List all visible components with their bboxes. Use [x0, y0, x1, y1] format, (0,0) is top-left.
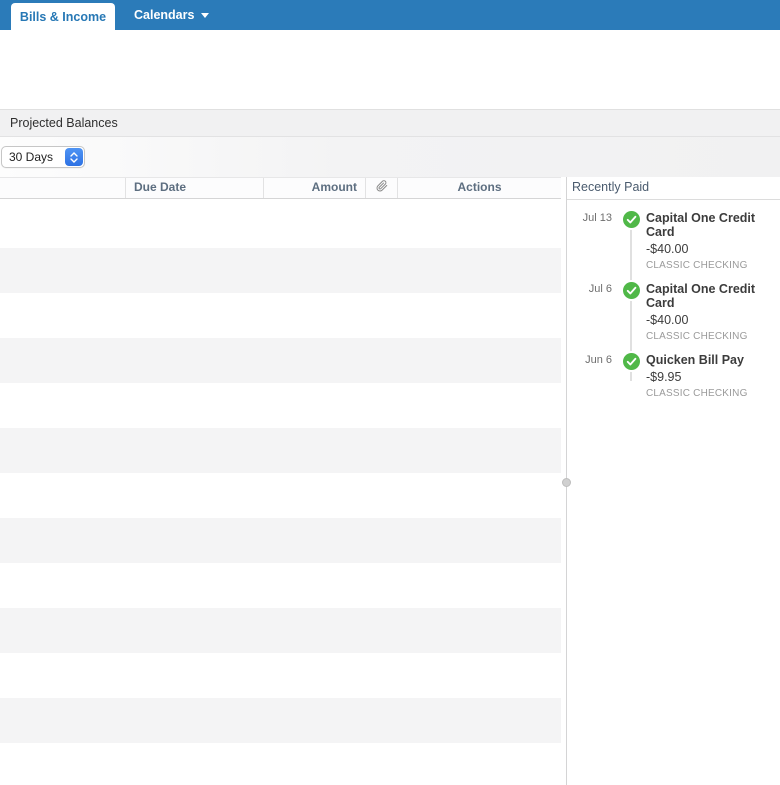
column-header-due-date[interactable]: Due Date	[125, 178, 263, 198]
top-tab-bar: Bills & Income Calendars	[0, 0, 780, 30]
empty-bill-row	[0, 698, 561, 743]
column-header-attachment[interactable]	[365, 178, 397, 198]
paid-account: CLASSIC CHECKING	[646, 331, 748, 342]
empty-bill-row	[0, 199, 561, 248]
payee-name: Capital One Credit Card	[646, 211, 756, 239]
column-header-name	[0, 178, 125, 198]
paid-account: CLASSIC CHECKING	[646, 260, 748, 271]
paid-details: Capital One Credit Card -$40.00 CLASSIC …	[646, 282, 780, 342]
timeframe-select-value: 30 Days	[9, 150, 54, 164]
empty-bill-row	[0, 653, 561, 698]
paid-check-icon	[623, 282, 640, 299]
payee-name: Quicken Bill Pay	[646, 353, 744, 367]
divider-handle-icon[interactable]	[562, 478, 571, 487]
tab-calendars-label: Calendars	[134, 8, 195, 22]
paid-details: Quicken Bill Pay -$9.95 CLASSIC CHECKING	[646, 353, 748, 399]
tab-bills-income[interactable]: Bills & Income	[11, 3, 115, 30]
projected-balances-title: Projected Balances	[10, 116, 118, 130]
paid-date: Jun 6	[585, 354, 612, 366]
recently-paid-panel: Recently Paid Jul 13 Capital One Credit …	[567, 177, 780, 785]
filter-row: 30 Days	[0, 137, 780, 177]
empty-bill-row	[0, 428, 561, 473]
bills-table-header: Due Date Amount Actions	[0, 177, 561, 199]
main-content: Due Date Amount Actions Recently Paid Ju…	[0, 177, 780, 785]
empty-bill-row	[0, 338, 561, 383]
paid-date: Jul 13	[582, 212, 612, 224]
paid-details: Capital One Credit Card -$40.00 CLASSIC …	[646, 211, 780, 271]
tab-calendars[interactable]: Calendars	[120, 0, 223, 30]
payee-name: Capital One Credit Card	[646, 282, 756, 310]
timeframe-select[interactable]: 30 Days	[1, 146, 85, 168]
empty-bill-row	[0, 563, 561, 608]
paid-date: Jul 6	[588, 283, 612, 295]
chevron-down-icon	[201, 13, 210, 18]
empty-bill-row	[0, 608, 561, 653]
empty-bill-row	[0, 743, 561, 785]
empty-bill-row	[0, 518, 561, 563]
tab-bills-income-label: Bills & Income	[19, 9, 107, 24]
bills-table: Due Date Amount Actions	[0, 177, 561, 785]
select-stepper-icon	[65, 148, 83, 166]
empty-bill-row	[0, 383, 561, 428]
bills-table-body	[0, 199, 561, 785]
empty-bill-row	[0, 293, 561, 338]
recently-paid-item[interactable]: Jul 13 Capital One Credit Card -$40.00 C…	[567, 211, 780, 271]
paid-amount: -$40.00	[646, 313, 689, 327]
paid-amount: -$40.00	[646, 242, 689, 256]
empty-bill-row	[0, 248, 561, 293]
recently-paid-list: Jul 13 Capital One Credit Card -$40.00 C…	[567, 211, 780, 399]
paperclip-icon	[376, 179, 388, 198]
paid-account: CLASSIC CHECKING	[646, 388, 748, 399]
recently-paid-title: Recently Paid	[567, 177, 780, 200]
paid-amount: -$9.95	[646, 370, 682, 384]
paid-check-icon	[623, 211, 640, 228]
column-header-actions: Actions	[397, 178, 561, 198]
paid-check-icon	[623, 353, 640, 370]
recently-paid-item[interactable]: Jul 6 Capital One Credit Card -$40.00 CL…	[567, 282, 780, 342]
recently-paid-item[interactable]: Jun 6 Quicken Bill Pay -$9.95 CLASSIC CH…	[567, 353, 780, 399]
empty-bill-row	[0, 473, 561, 518]
column-header-amount[interactable]: Amount	[263, 178, 365, 198]
projected-balances-bar: Projected Balances	[0, 109, 780, 137]
